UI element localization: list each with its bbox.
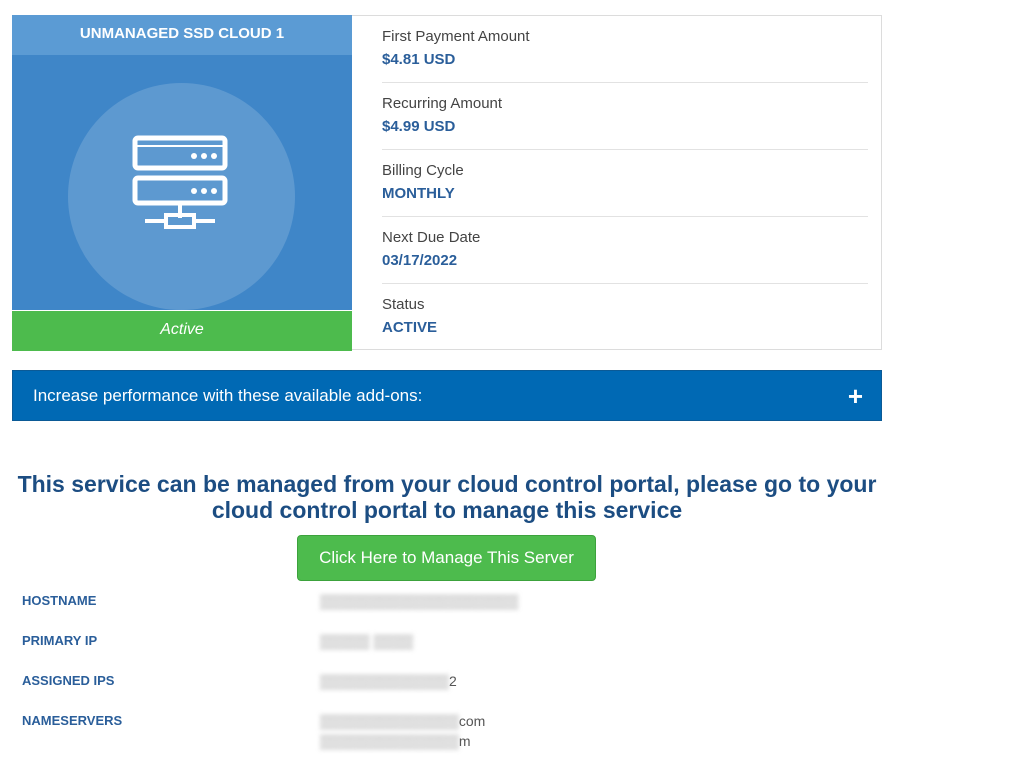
detail-label: Status xyxy=(382,296,425,313)
info-value-secondary: ▒▒▒▒▒▒▒▒▒▒▒▒▒▒m xyxy=(320,733,471,749)
product-title: UNMANAGED SSD CLOUD 1 xyxy=(12,15,352,55)
product-card: UNMANAGED SSD CLOUD 1 Active First Payme… xyxy=(12,15,882,351)
info-label: ASSIGNED IPS xyxy=(22,673,115,688)
status-badge: Active xyxy=(12,310,352,351)
info-value: ▒▒▒▒▒ ▒▒▒▒ xyxy=(320,633,414,649)
detail-label: First Payment Amount xyxy=(382,28,530,45)
server-icon xyxy=(132,135,228,229)
info-value: ▒▒▒▒▒▒▒▒▒▒▒▒▒2 xyxy=(320,673,457,689)
info-value-visible: m xyxy=(458,733,471,749)
detail-row-billing-cycle: Billing Cycle MONTHLY xyxy=(382,150,868,217)
detail-row-status: Status ACTIVE xyxy=(382,284,868,351)
info-value-visible: 2 xyxy=(448,673,457,689)
info-label: PRIMARY IP xyxy=(22,633,98,648)
detail-value: $4.99 USD xyxy=(382,118,456,135)
info-value: ▒▒▒▒▒▒▒▒▒▒▒▒▒▒com xyxy=(320,713,486,729)
detail-value: MONTHLY xyxy=(382,185,455,202)
detail-row-next-due-date: Next Due Date 03/17/2022 xyxy=(382,217,868,284)
detail-row-first-payment: First Payment Amount $4.81 USD xyxy=(382,16,868,83)
info-value: ▒▒▒▒▒▒▒▒▒▒▒▒▒▒▒▒▒▒▒▒ xyxy=(320,593,519,609)
detail-value: $4.81 USD xyxy=(382,51,456,68)
detail-label: Next Due Date xyxy=(382,229,481,246)
detail-value: 03/17/2022 xyxy=(382,252,458,269)
detail-label: Recurring Amount xyxy=(382,95,503,112)
info-label: NAMESERVERS xyxy=(22,713,123,728)
detail-label: Billing Cycle xyxy=(382,162,464,179)
addons-toggle-bar[interactable]: Increase performance with these availabl… xyxy=(12,370,882,421)
info-value-visible: com xyxy=(458,713,486,729)
manage-server-button[interactable]: Click Here to Manage This Server xyxy=(297,535,596,581)
info-label: HOSTNAME xyxy=(22,593,97,608)
addons-heading: Increase performance with these availabl… xyxy=(33,386,423,405)
billing-details: First Payment Amount $4.81 USD Recurring… xyxy=(382,16,868,351)
manage-message: This service can be managed from your cl… xyxy=(17,471,877,523)
detail-row-recurring-amount: Recurring Amount $4.99 USD xyxy=(382,83,868,150)
plus-icon[interactable]: + xyxy=(848,381,863,412)
product-panel: UNMANAGED SSD CLOUD 1 Active xyxy=(12,15,352,351)
detail-value: ACTIVE xyxy=(382,319,438,336)
